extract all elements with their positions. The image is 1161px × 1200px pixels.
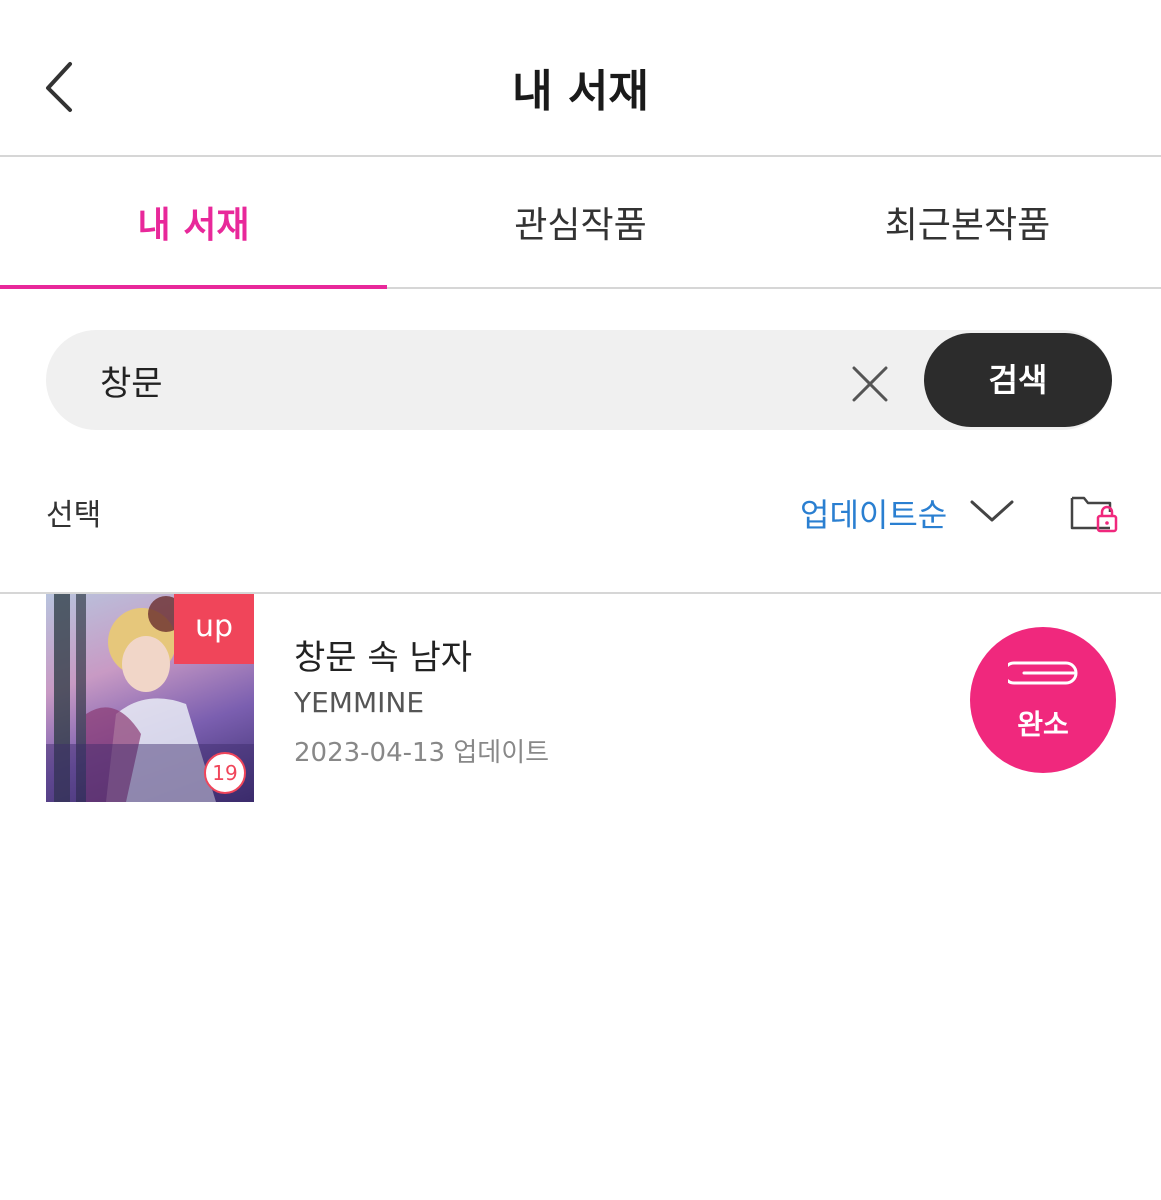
cover-thumbnail[interactable]: up 19 [46, 594, 254, 802]
tab-my-library[interactable]: 내 서재 [0, 196, 387, 248]
complete-label: 완소 [1017, 708, 1069, 741]
page-title: 내 서재 [512, 66, 649, 117]
complete-favorite-button[interactable]: 완소 [970, 627, 1116, 773]
clear-search-button[interactable] [846, 360, 894, 408]
item-update-date: 2023-04-13 업데이트 [294, 738, 550, 768]
sort-dropdown[interactable]: 업데이트순 [800, 490, 947, 536]
lock-folder-icon [1070, 496, 1118, 533]
search-input[interactable] [100, 354, 820, 406]
up-badge: up [174, 594, 254, 664]
close-icon [852, 366, 888, 402]
divider [0, 155, 1161, 157]
locked-folder-button[interactable] [1068, 488, 1120, 534]
item-author: YEMMINE [294, 686, 425, 719]
bookmark-tag-icon [1008, 661, 1078, 685]
tab-bar: 내 서재 관심작품 최근본작품 [0, 158, 1161, 288]
age-rating-badge: 19 [204, 752, 246, 794]
tab-favorites[interactable]: 관심작품 [387, 196, 774, 248]
search-button[interactable]: 검색 [924, 333, 1112, 427]
tab-recently-viewed[interactable]: 최근본작품 [774, 196, 1161, 248]
active-tab-indicator [0, 285, 387, 289]
list-item[interactable]: up 19 창문 속 남자 YEMMINE 2023-04-13 업데이트 완소 [0, 594, 1161, 809]
header: 내 서재 [0, 0, 1161, 156]
select-button[interactable]: 선택 [46, 490, 101, 534]
list-toolbar: 선택 업데이트순 [0, 470, 1161, 560]
item-title[interactable]: 창문 속 남자 [294, 630, 472, 679]
chevron-down-icon [970, 500, 1014, 522]
sort-toggle[interactable] [968, 496, 1016, 526]
search-bar: 검색 [46, 330, 1112, 430]
